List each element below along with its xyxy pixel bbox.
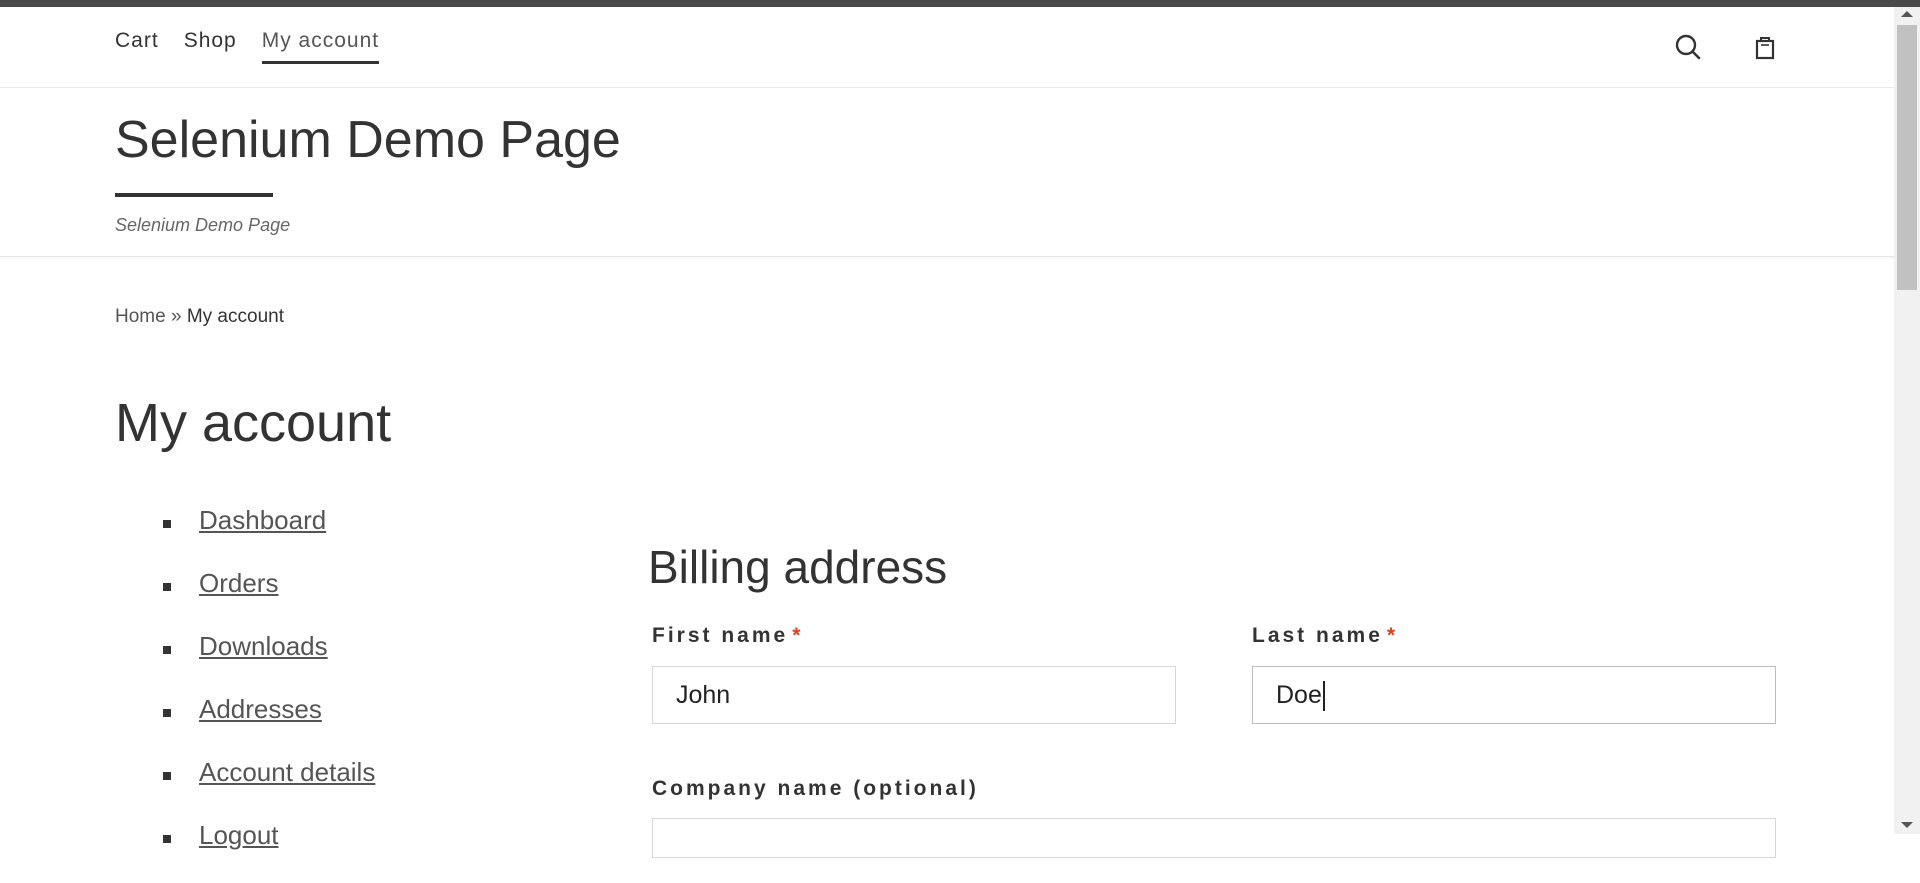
site-tagline: Selenium Demo Page — [115, 215, 291, 235]
account-nav-item-addresses: Addresses — [160, 694, 375, 757]
last-name-label: Last name * — [1252, 624, 1398, 648]
title-underline — [115, 193, 273, 197]
account-nav-item-account-details: Account details — [160, 757, 375, 820]
site-header: Selenium Demo Page Selenium Demo Page — [0, 88, 1894, 257]
page-scrollbar[interactable] — [1894, 7, 1920, 834]
bullet-icon — [163, 583, 171, 591]
account-navigation: Dashboard Orders Downloads Addresses Acc… — [160, 505, 375, 883]
search-icon[interactable] — [1674, 33, 1702, 61]
breadcrumb-home-link[interactable]: Home — [115, 306, 166, 327]
nav-links: Cart Shop My account — [115, 29, 404, 64]
account-nav-link-logout[interactable]: Logout — [199, 820, 279, 850]
nav-link-cart[interactable]: Cart — [115, 29, 159, 64]
last-name-input[interactable]: Doe — [1252, 666, 1776, 724]
account-nav-link-downloads[interactable]: Downloads — [199, 631, 328, 661]
top-navigation: Cart Shop My account — [0, 7, 1894, 88]
account-nav-item-downloads: Downloads — [160, 631, 375, 694]
first-name-value: John — [676, 681, 731, 709]
bullet-icon — [163, 772, 171, 780]
scroll-down-arrow-icon[interactable] — [1901, 822, 1913, 828]
first-name-input[interactable]: John — [652, 666, 1176, 724]
account-nav-link-dashboard[interactable]: Dashboard — [199, 505, 326, 535]
first-name-label: First name * — [652, 624, 803, 648]
required-marker: * — [1386, 624, 1399, 647]
text-caret — [1322, 681, 1325, 712]
billing-address-title: Billing address — [648, 541, 948, 593]
account-nav-link-account-details[interactable]: Account details — [199, 757, 375, 787]
breadcrumb-separator: » — [170, 306, 182, 327]
last-name-value: Doe — [1276, 681, 1322, 709]
account-nav-link-orders[interactable]: Orders — [199, 568, 278, 598]
company-name-input[interactable] — [652, 818, 1776, 858]
bullet-icon — [163, 646, 171, 654]
company-name-label-text: Company name (optional) — [652, 777, 979, 800]
account-nav-item-dashboard: Dashboard — [160, 505, 375, 568]
account-nav-item-logout: Logout — [160, 820, 375, 883]
page-title: My account — [115, 393, 392, 453]
last-name-label-text: Last name — [1252, 624, 1383, 647]
bullet-icon — [163, 709, 171, 717]
first-name-label-text: First name — [652, 624, 789, 647]
nav-link-my-account[interactable]: My account — [261, 29, 380, 64]
breadcrumb-current: My account — [186, 306, 284, 327]
scroll-up-arrow-icon[interactable] — [1901, 11, 1913, 17]
account-nav-link-addresses[interactable]: Addresses — [199, 694, 322, 724]
shopping-bag-icon[interactable] — [1751, 33, 1779, 61]
top-strip — [0, 0, 1920, 7]
company-name-label: Company name (optional) — [652, 777, 979, 801]
breadcrumb: Home » My account — [115, 306, 284, 328]
bullet-icon — [163, 520, 171, 528]
account-nav-item-orders: Orders — [160, 568, 375, 631]
required-marker: * — [792, 624, 804, 647]
site-title[interactable]: Selenium Demo Page — [115, 110, 621, 170]
scroll-thumb[interactable] — [1897, 25, 1917, 290]
bullet-icon — [163, 835, 171, 843]
nav-link-shop[interactable]: Shop — [184, 29, 237, 64]
